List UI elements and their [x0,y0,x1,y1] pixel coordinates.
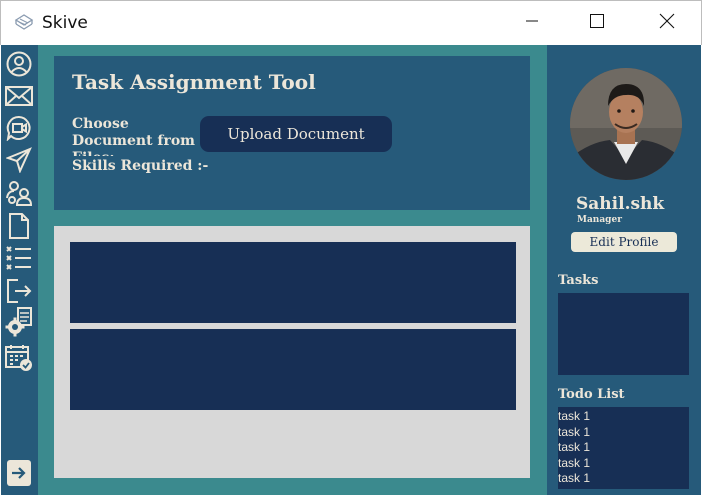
settings-document-icon[interactable] [5,307,33,337]
profile-name: Sahil.shk [576,194,665,214]
skive-logo-icon [13,12,35,34]
todo-list-label: Todo List [558,387,625,402]
todo-item[interactable]: task 1 [558,471,689,487]
maximize-button[interactable] [574,1,620,46]
content-card [70,329,516,410]
tasks-label: Tasks [558,273,599,288]
choose-document-label: Choose Document from Files:- [72,116,195,156]
profile-icon[interactable] [5,50,33,78]
team-icon[interactable] [5,178,33,206]
edit-profile-button[interactable]: Edit Profile [571,232,677,252]
mail-icon[interactable] [5,82,33,110]
avatar [570,68,682,180]
page-title: Task Assignment Tool [72,70,316,94]
minimize-button[interactable] [509,1,555,46]
send-icon[interactable] [5,146,33,174]
minimize-icon [525,14,539,33]
task-list-icon[interactable] [5,244,33,272]
tasks-list[interactable] [558,293,689,375]
close-icon [659,13,675,34]
skills-required-label: Skills Required :- [72,158,209,174]
content-card [70,242,516,323]
title-bar: Skive [0,0,702,45]
close-button[interactable] [644,1,690,46]
profile-role: Manager [577,215,622,225]
video-chat-icon[interactable] [5,114,33,142]
todo-item[interactable]: task 1 [558,456,689,472]
todo-item[interactable]: task 1 [558,425,689,441]
todo-list[interactable]: task 1 task 1 task 1 task 1 task 1 [558,407,689,489]
logout-icon[interactable] [5,277,33,305]
collapse-arrow-icon[interactable] [5,459,33,487]
document-icon[interactable] [5,212,33,240]
todo-item[interactable]: task 1 [558,440,689,456]
window-title: Skive [42,13,88,33]
upload-document-button[interactable]: Upload Document [200,116,392,152]
maximize-icon [589,13,605,34]
calendar-check-icon[interactable] [5,344,33,372]
todo-item[interactable]: task 1 [558,409,689,425]
